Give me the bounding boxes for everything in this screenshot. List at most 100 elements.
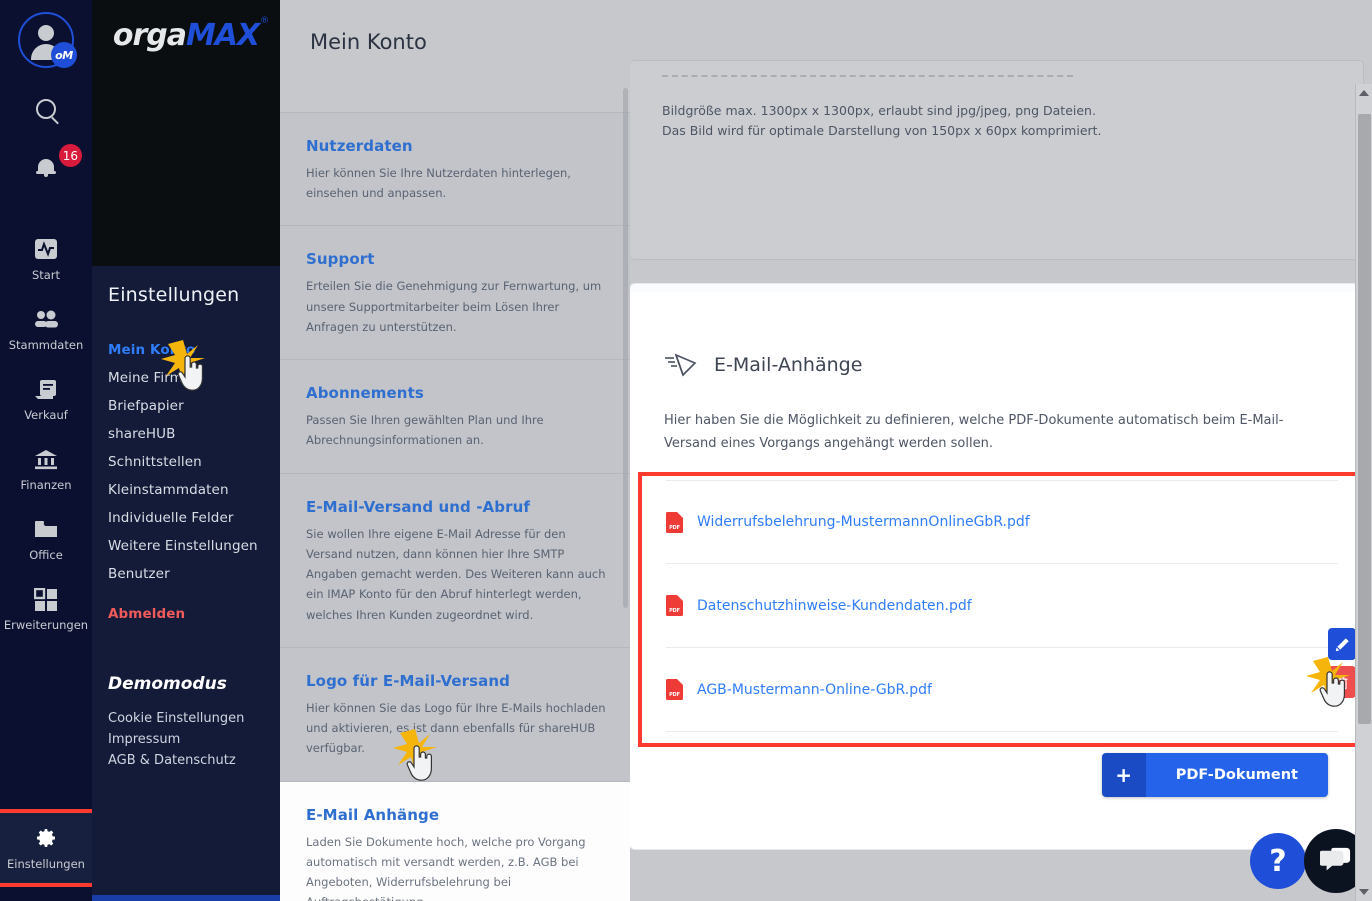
section-text: Laden Sie Dokumente hoch, welche pro Vor…	[306, 834, 586, 901]
chat-icon	[1320, 847, 1351, 871]
sidebar-item-finanzen[interactable]: Finanzen	[0, 434, 92, 504]
attachment-file-name[interactable]: Datenschutzhinweise-Kundendaten.pdf	[697, 598, 972, 614]
pdf-file-icon: PDF	[666, 679, 683, 700]
section-text: Hier können Sie das Logo für Ihre E-Mail…	[306, 700, 606, 756]
people-icon	[33, 307, 59, 331]
section-text: Passen Sie Ihren gewählten Plan und Ihre…	[306, 413, 544, 448]
pdf-file-icon: PDF	[666, 595, 683, 616]
card-title: E-Mail-Anhänge	[714, 354, 863, 376]
sidebar-item-erweiterungen[interactable]: Erweiterungen	[0, 574, 92, 644]
logo-dropzone[interactable]	[662, 73, 1073, 77]
add-pdf-document-button[interactable]: + PDF-Dokument	[1101, 753, 1328, 797]
app-root: oM 16 Start Stammdaten Verkauf Finanzen …	[0, 0, 1372, 901]
middle-column-scrollbar[interactable]	[622, 88, 630, 901]
edit-attachment-button[interactable]	[1328, 628, 1356, 660]
section-card-logo-email-versand[interactable]: Logo für E-Mail-Versand Hier können Sie …	[280, 646, 630, 781]
list-item[interactable]: PDF AGB-Mustermann-Online-GbR.pdf	[666, 628, 1356, 732]
page-scrollbar-thumb[interactable]	[1358, 114, 1371, 724]
sidebar-item-label: Stammdaten	[8, 338, 84, 352]
sidebar-item-stammdaten[interactable]: Stammdaten	[0, 294, 92, 364]
plus-icon: +	[1101, 753, 1146, 797]
trash-icon	[1336, 676, 1348, 689]
sidebar-item-label: Finanzen	[20, 478, 72, 492]
footer-link-impressum[interactable]: Impressum	[108, 729, 280, 750]
card-description: Hier haben Sie die Möglichkeit zu defini…	[664, 413, 1284, 451]
section-text: Sie wollen Ihre eigene E-Mail Adresse fü…	[306, 526, 606, 622]
card-header: E-Mail-Anhänge	[630, 292, 1366, 378]
document-icon	[33, 377, 59, 401]
section-card-support[interactable]: Support Erteilen Sie die Genehmigung zur…	[280, 225, 630, 360]
list-item[interactable]: PDF Widerrufsbelehrung-MustermannOnlineG…	[666, 480, 1338, 564]
footer-link-agb-datenschutz[interactable]: AGB & Datenschutz	[108, 750, 280, 771]
section-card-nutzerdaten[interactable]: Nutzerdaten Hier können Sie Ihre Nutzerd…	[280, 112, 630, 226]
pdf-file-icon-label: PDF	[669, 692, 680, 698]
section-card-email-anhaenge[interactable]: E-Mail Anhänge Laden Sie Dokumente hoch,…	[280, 780, 630, 901]
app-logo: orgaMAX ®	[92, 0, 280, 266]
rail-item-list: Start Stammdaten Verkauf Finanzen Office…	[0, 224, 92, 644]
page-scrollbar[interactable]	[1355, 84, 1372, 901]
attachment-file-name[interactable]: AGB-Mustermann-Online-GbR.pdf	[697, 682, 932, 698]
section-title: E-Mail Anhänge	[306, 805, 440, 824]
settings-menu: Einstellungen Mein Konto Meine Firma Bri…	[92, 266, 280, 901]
add-pdf-document-label: PDF-Dokument	[1145, 753, 1328, 797]
sidebar-item-label: Erweiterungen	[3, 618, 89, 632]
sidebar-item-einstellungen[interactable]: Einstellungen	[0, 809, 96, 887]
pdf-file-icon-label: PDF	[669, 608, 680, 614]
primary-nav-rail: oM 16 Start Stammdaten Verkauf Finanzen …	[0, 0, 96, 901]
section-title: Logo für E-Mail-Versand	[306, 671, 511, 690]
settings-heading: Einstellungen	[108, 284, 240, 306]
section-title: Support	[306, 250, 375, 269]
settings-link-briefpapier[interactable]: Briefpapier	[108, 392, 280, 420]
demo-mode-heading: Demomodus	[108, 674, 227, 694]
bank-icon	[33, 447, 59, 471]
settings-sections-column: Mein Konto Nutzerdaten Hier können Sie I…	[280, 0, 630, 901]
avatar[interactable]: oM	[18, 12, 77, 68]
section-title: Abonnements	[306, 384, 424, 403]
attachment-file-list: PDF Widerrufsbelehrung-MustermannOnlineG…	[642, 476, 1362, 732]
logout-link[interactable]: Abmelden	[108, 600, 280, 628]
settings-link-individuelle-felder[interactable]: Individuelle Felder	[108, 504, 280, 532]
settings-link-meine-firma[interactable]: Meine Firma	[108, 364, 280, 392]
sidebar-item-office[interactable]: Office	[0, 504, 92, 574]
attachments-highlight-box: PDF Widerrufsbelehrung-MustermannOnlineG…	[638, 472, 1366, 747]
upload-hint: Bildgröße max. 1300px x 1300px, erlaubt …	[662, 101, 1102, 142]
list-item[interactable]: PDF Datenschutzhinweise-Kundendaten.pdf	[666, 564, 1338, 648]
section-card-email-versand[interactable]: E-Mail-Versand und -Abruf Sie wollen Ihr…	[280, 472, 630, 647]
folder-icon	[33, 517, 59, 541]
settings-link-benutzer[interactable]: Benutzer	[108, 560, 280, 588]
footer-link-cookie-einstellungen[interactable]: Cookie Einstellungen	[108, 708, 280, 729]
settings-link-sharehub[interactable]: shareHUB	[108, 420, 280, 448]
sidebar-item-start[interactable]: Start	[0, 224, 92, 294]
send-mail-icon	[664, 352, 698, 378]
scrollbar-down-arrow[interactable]	[1359, 889, 1369, 895]
avatar-badge: oM	[51, 42, 77, 68]
search-icon	[36, 99, 56, 119]
sidebar-item-label: Verkauf	[24, 408, 68, 422]
middle-column-scrollbar-thumb[interactable]	[623, 88, 628, 608]
sidebar-item-label: Office	[29, 548, 63, 562]
sidebar-item-verkauf[interactable]: Verkauf	[0, 364, 92, 434]
notifications-button[interactable]: 16	[20, 144, 82, 184]
grid-icon	[33, 587, 59, 611]
upload-hint-line1: Bildgröße max. 1300px x 1300px, erlaubt …	[662, 103, 1096, 118]
settings-link-kleinstammdaten[interactable]: Kleinstammdaten	[108, 476, 280, 504]
search-button[interactable]	[20, 92, 72, 126]
registered-mark: ®	[260, 16, 269, 26]
page-title: Mein Konto	[310, 30, 427, 54]
logo-upload-panel: Bildgröße max. 1300px x 1300px, erlaubt …	[630, 60, 1364, 260]
section-text: Erteilen Sie die Genehmigung zur Fernwar…	[306, 279, 602, 334]
settings-link-mein-konto[interactable]: Mein Konto	[108, 336, 280, 364]
scrollbar-up-arrow[interactable]	[1359, 90, 1369, 96]
settings-link-weitere-einstellungen[interactable]: Weitere Einstellungen	[108, 532, 280, 560]
main-content: Bildgröße max. 1300px x 1300px, erlaubt …	[630, 0, 1372, 901]
pdf-file-icon: PDF	[666, 511, 683, 533]
section-text: Hier können Sie Ihre Nutzerdaten hinterl…	[306, 166, 571, 201]
help-button[interactable]: ?	[1250, 833, 1306, 889]
notification-count-badge: 16	[58, 144, 82, 167]
settings-link-schnittstellen[interactable]: Schnittstellen	[108, 448, 280, 476]
attachment-file-name[interactable]: Widerrufsbelehrung-MustermannOnlineGbR.p…	[697, 514, 1030, 530]
avatar-head-shape	[38, 25, 54, 41]
delete-attachment-button[interactable]	[1328, 666, 1356, 698]
email-attachments-card-inner: E-Mail-Anhänge Hier haben Sie die Möglic…	[630, 292, 1366, 849]
section-card-abonnements[interactable]: Abonnements Passen Sie Ihren gewählten P…	[280, 359, 630, 473]
